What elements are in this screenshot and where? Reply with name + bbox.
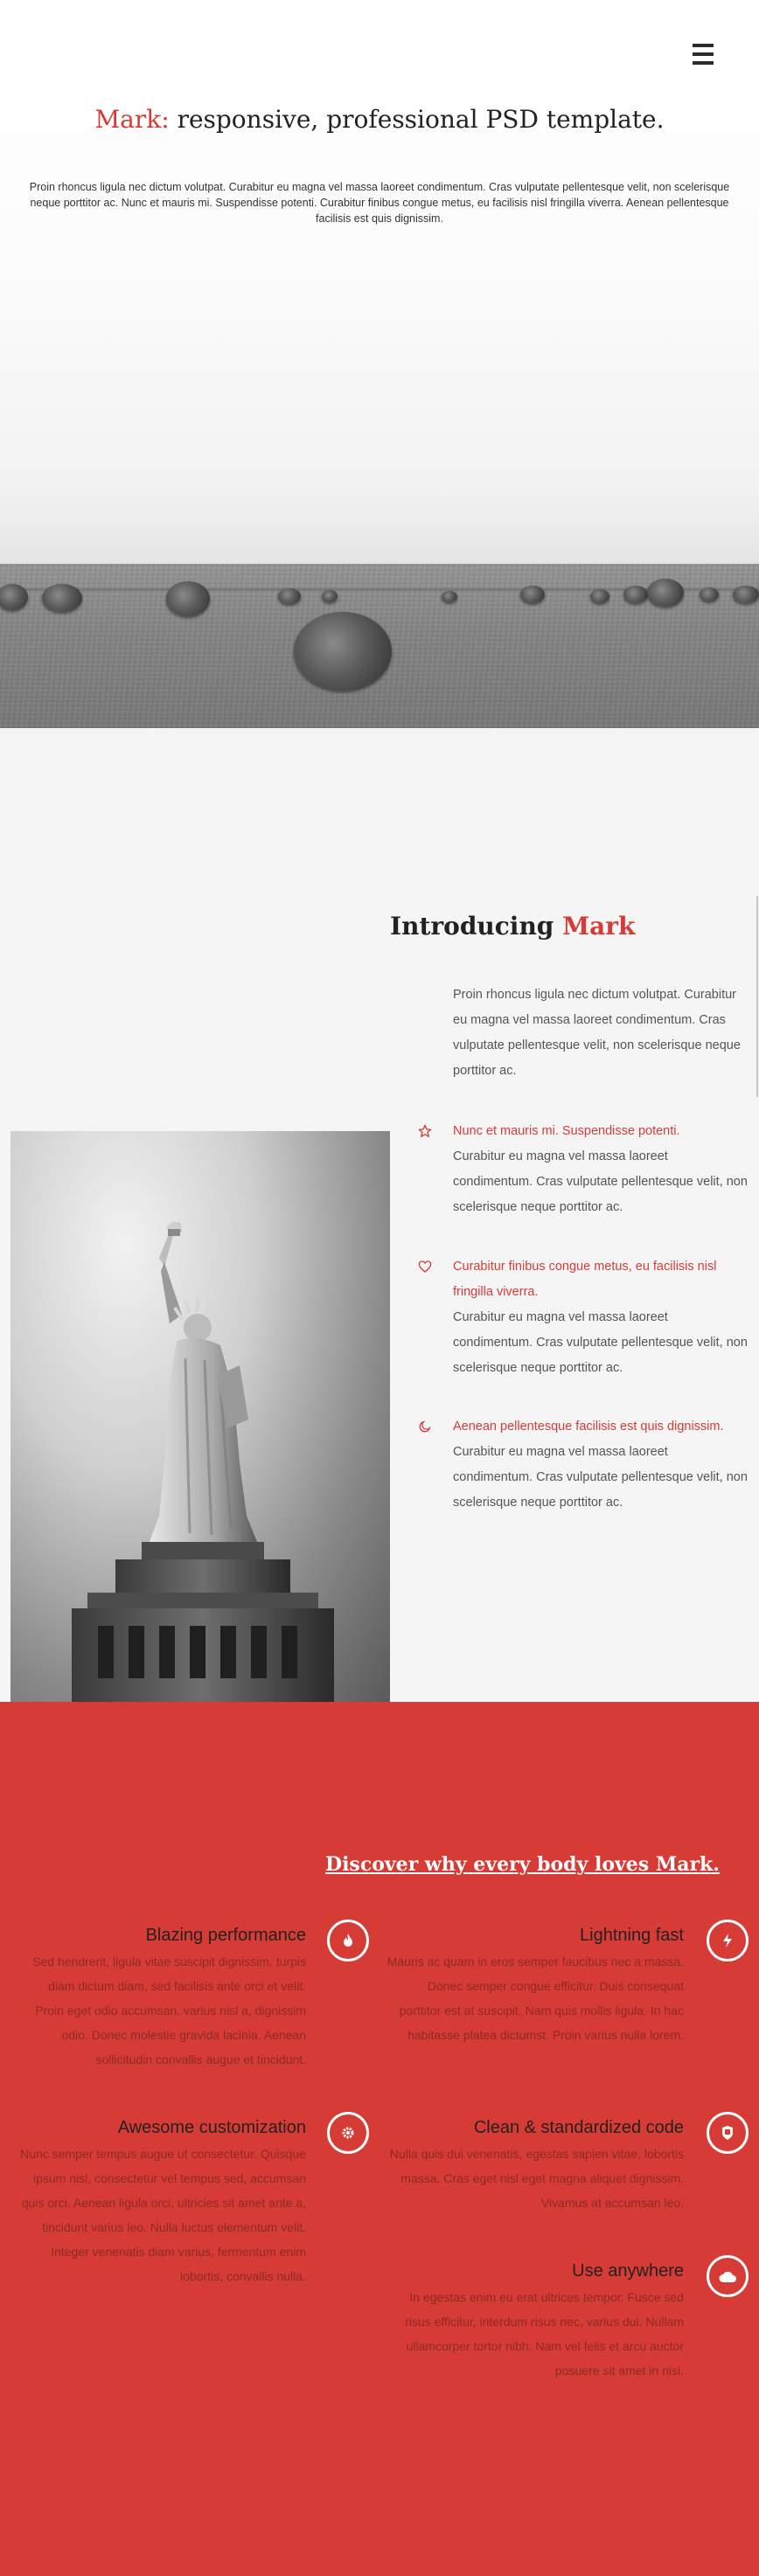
- hamburger-icon-bar: [693, 61, 714, 65]
- hay-bale: [733, 586, 759, 603]
- hero-description: Proin rhoncus ligula nec dictum volutpat…: [29, 181, 730, 225]
- feature-item: Blazing performance Sed hendrerit, ligul…: [17, 1923, 306, 2072]
- feature-heading: Curabitur finibus congue metus, eu facil…: [453, 1260, 717, 1299]
- hay-bale: [623, 586, 648, 603]
- statue-of-liberty-image: [10, 1131, 390, 1702]
- cloud-icon: [707, 2255, 749, 2297]
- gear-icon: [327, 2112, 369, 2154]
- hay-bale: [590, 589, 609, 603]
- feature-item-body: Nunc semper tempus augue ut consectetur.…: [20, 2147, 306, 2283]
- intro-title: Introducing Mark: [390, 912, 635, 941]
- moon-icon: [419, 1420, 431, 1433]
- scrollbar[interactable]: [756, 896, 758, 1097]
- lightning-icon: [707, 1920, 749, 1962]
- feature-item-title: Blazing performance: [145, 1926, 306, 1945]
- feature-item: Awesome customization Nunc semper tempus…: [17, 2115, 306, 2288]
- hero-title-accent: Mark:: [94, 105, 170, 134]
- feature-item: Use anywhere In egestas enim eu erat ult…: [385, 2259, 684, 2383]
- features-title[interactable]: Discover why every body loves Mark.: [325, 1853, 720, 1876]
- hay-bale: [700, 587, 719, 601]
- feature-item-body: In egestas enim eu erat ultrices tempor.…: [405, 2290, 684, 2378]
- hay-bale: [166, 581, 210, 616]
- shield-icon: [707, 2112, 749, 2154]
- feature-body: Curabitur eu magna vel massa laoreet con…: [453, 1149, 748, 1214]
- intro-title-main: Introducing: [390, 912, 554, 941]
- feature-item: Lightning fast Mauris ac quam in eros se…: [385, 1923, 684, 2047]
- intro-feature: Nunc et mauris mi. Suspendisse potenti. …: [418, 1119, 750, 1220]
- hay-bale: [520, 586, 545, 603]
- hero-title: Mark: responsive, professional PSD templ…: [0, 105, 759, 134]
- feature-body: Curabitur eu magna vel massa laoreet con…: [453, 1310, 748, 1375]
- feature-item-title: Lightning fast: [580, 1926, 684, 1945]
- feature-heading: Aenean pellentesque facilisis est quis d…: [453, 1420, 724, 1434]
- hay-bale: [322, 590, 338, 602]
- hamburger-icon-bar: [693, 52, 714, 56]
- feature-heading: Nunc et mauris mi. Suspendisse potenti.: [453, 1124, 680, 1138]
- feature-item-body: Sed hendrerit, ligula vitae suscipit dig…: [32, 1955, 306, 2066]
- hero-title-rest: responsive, professional PSD template.: [177, 105, 665, 134]
- feature-item: Clean & standardized code Nulla quis dui…: [385, 2115, 684, 2215]
- feature-item-title: Use anywhere: [572, 2261, 684, 2281]
- intro-feature: Aenean pellentesque facilisis est quis d…: [418, 1414, 750, 1516]
- feature-item-title: Clean & standardized code: [473, 2118, 684, 2137]
- intro-feature: Curabitur finibus congue metus, eu facil…: [418, 1254, 750, 1381]
- intro-description: Proin rhoncus ligula nec dictum volutpat…: [453, 988, 741, 1078]
- feature-item-body: Nulla quis dui venenatis, egestas sapien…: [389, 2147, 684, 2210]
- feature-item-title: Awesome customization: [117, 2118, 306, 2137]
- hay-bale: [647, 579, 684, 607]
- hero-section: Mark: responsive, professional PSD templ…: [0, 0, 759, 728]
- feature-body: Curabitur eu magna vel massa laoreet con…: [453, 1445, 748, 1510]
- hay-bale: [278, 588, 301, 604]
- statue-illustration: [72, 1221, 334, 1702]
- hamburger-menu-button[interactable]: [693, 44, 714, 68]
- intro-title-accent: Mark: [562, 912, 636, 941]
- hay-bale: [42, 584, 82, 612]
- hamburger-icon: [693, 44, 714, 47]
- hay-bale: [442, 591, 457, 602]
- hay-bale: [294, 612, 392, 691]
- feature-item-body: Mauris ac quam in eros semper faucibus n…: [386, 1955, 684, 2042]
- star-icon: [418, 1124, 432, 1137]
- fire-icon: [327, 1920, 369, 1962]
- heart-icon: [418, 1260, 432, 1273]
